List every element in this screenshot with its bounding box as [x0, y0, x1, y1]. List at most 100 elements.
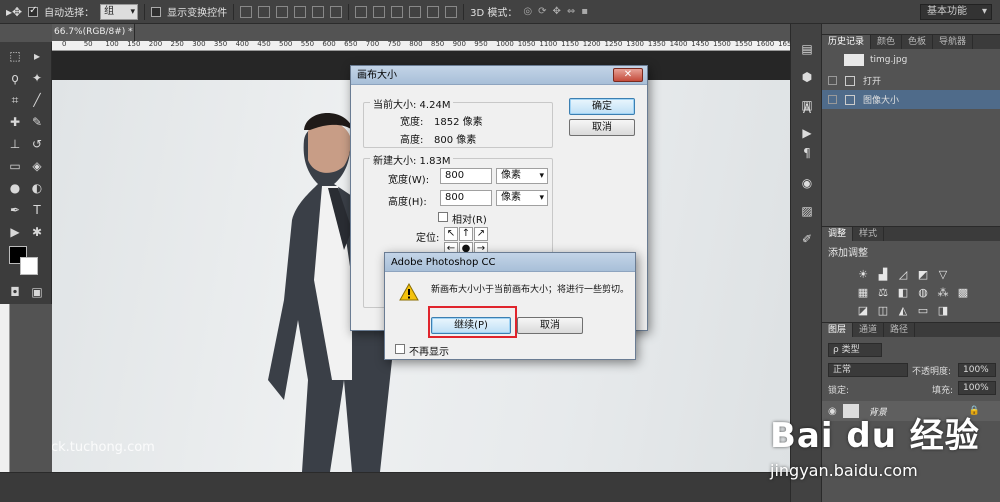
history-source-checkbox[interactable]	[828, 95, 837, 104]
tab-adjustments[interactable]: 调整	[822, 227, 854, 241]
tab-styles[interactable]: 样式	[853, 227, 885, 241]
anchor-top-right[interactable]: ↗	[474, 227, 488, 241]
layer-filter-dropdown[interactable]: ρ 类型	[828, 343, 882, 357]
history-panel-icon[interactable]: ▤	[799, 42, 815, 58]
photo-filter-icon[interactable]: ◍	[916, 286, 930, 300]
history-snapshot[interactable]: timg.jpg	[822, 49, 1000, 71]
background-color-swatch[interactable]	[20, 257, 38, 275]
history-source-checkbox[interactable]	[828, 76, 837, 85]
alert-cancel-button[interactable]: 取消	[517, 317, 583, 334]
brush-tool-icon[interactable]: ✎	[26, 112, 48, 132]
align-vcenter-icon[interactable]	[258, 5, 271, 18]
history-brush-tool-icon[interactable]: ↺	[26, 134, 48, 154]
path-selection-tool-icon[interactable]: ▶	[4, 222, 26, 242]
workspace-dropdown[interactable]: 基本功能	[920, 4, 992, 20]
width-input[interactable]: 800	[440, 168, 492, 184]
brightness-icon[interactable]: ☀	[856, 268, 870, 282]
vibrance-icon[interactable]: ▽	[936, 268, 950, 282]
distribute-right-icon[interactable]	[445, 5, 458, 18]
curves-icon[interactable]: ◿	[896, 268, 910, 282]
channel-mixer-icon[interactable]: ⁂	[936, 286, 950, 300]
clone-stamp-tool-icon[interactable]: ⊥	[4, 134, 26, 154]
tab-channels[interactable]: 通道	[853, 323, 885, 337]
exposure-icon[interactable]: ◩	[916, 268, 930, 282]
show-transform-checkbox[interactable]	[151, 6, 162, 17]
blend-mode-dropdown[interactable]: 正常	[828, 363, 908, 377]
width-unit-dropdown[interactable]: 像素	[496, 168, 548, 184]
magic-wand-tool-icon[interactable]: ✦	[26, 68, 48, 88]
crop-tool-icon[interactable]: ⌗	[4, 90, 26, 110]
3d-slide-icon[interactable]: ⇔	[567, 6, 575, 17]
3d-pan-icon[interactable]: ✥	[552, 6, 560, 17]
healing-brush-tool-icon[interactable]: ✚	[4, 112, 26, 132]
distribute-bottom-icon[interactable]	[391, 5, 404, 18]
shape-tool-icon[interactable]: ✱	[26, 222, 48, 242]
close-dialog-button[interactable]: ✕	[613, 68, 643, 82]
kuler-icon[interactable]: ◉	[799, 176, 815, 192]
hand-tool-icon[interactable]	[4, 244, 8, 264]
brush-presets-icon[interactable]: ✐	[799, 232, 815, 248]
dodge-tool-icon[interactable]: ◐	[26, 178, 48, 198]
history-item-open[interactable]: 打开	[822, 71, 1000, 90]
tab-layers[interactable]: 图层	[822, 323, 854, 337]
color-lookup-icon[interactable]: ▩	[956, 286, 970, 300]
distribute-top-icon[interactable]	[355, 5, 368, 18]
eraser-tool-icon[interactable]: ▭	[4, 156, 26, 176]
auto-select-checkbox[interactable]	[28, 5, 39, 17]
fill-input[interactable]: 100%	[958, 381, 996, 395]
history-item-image-size[interactable]: 图像大小	[822, 90, 1000, 109]
3d-scale-icon[interactable]: ▪	[581, 6, 588, 17]
color-balance-icon[interactable]: ⚖	[876, 286, 890, 300]
distribute-hcenter-icon[interactable]	[427, 5, 440, 18]
screen-mode-icon[interactable]: ▣	[26, 282, 48, 302]
invert-icon[interactable]: ◪	[856, 304, 870, 318]
align-right-icon[interactable]	[330, 5, 343, 18]
ok-button[interactable]: 确定	[569, 98, 635, 115]
marquee-tool-icon[interactable]: ⬚	[4, 46, 26, 66]
tab-color[interactable]: 颜色	[871, 35, 903, 49]
3d-roll-icon[interactable]: ⟳	[538, 6, 546, 17]
align-hcenter-icon[interactable]	[312, 5, 325, 18]
gradient-map-icon[interactable]: ▭	[916, 304, 930, 318]
distribute-left-icon[interactable]	[409, 5, 422, 18]
anchor-top[interactable]: ↑	[459, 227, 473, 241]
lasso-tool-icon[interactable]: ϙ	[4, 68, 26, 88]
pen-tool-icon[interactable]: ✒	[4, 200, 26, 220]
threshold-icon[interactable]: ◭	[896, 304, 910, 318]
levels-icon[interactable]: ▟	[876, 268, 890, 282]
eyedropper-tool-icon[interactable]: ╱	[26, 90, 48, 110]
actions-play-icon[interactable]: ▶	[799, 126, 815, 142]
tab-history[interactable]: 历史记录	[822, 35, 872, 49]
height-input[interactable]: 800	[440, 190, 492, 206]
tab-navigator[interactable]: 导航器	[933, 35, 974, 49]
height-unit-dropdown[interactable]: 像素	[496, 190, 548, 206]
opacity-input[interactable]: 100%	[958, 363, 996, 377]
document-tab[interactable]: 66.7%(RGB/8#) * ×	[52, 24, 135, 54]
distribute-vcenter-icon[interactable]	[373, 5, 386, 18]
move-tool-icon[interactable]: ▸✥	[6, 5, 22, 19]
3d-panel-icon[interactable]: ⬢	[799, 70, 815, 86]
relative-checkbox[interactable]	[438, 212, 448, 222]
cancel-button[interactable]: 取消	[569, 119, 635, 136]
posterize-icon[interactable]: ◫	[876, 304, 890, 318]
align-bottom-icon[interactable]	[276, 5, 289, 18]
tab-paths[interactable]: 路径	[884, 323, 916, 337]
auto-select-dropdown[interactable]: 组	[100, 3, 139, 20]
paint-bucket-tool-icon[interactable]: ◈	[26, 156, 48, 176]
quick-mask-icon[interactable]: ◘	[4, 282, 26, 302]
libraries-icon[interactable]: ▨	[799, 204, 815, 220]
hue-saturation-icon[interactable]: ▦	[856, 286, 870, 300]
align-left-icon[interactable]	[294, 5, 307, 18]
blur-tool-icon[interactable]: ●	[4, 178, 26, 198]
move-tool-icon[interactable]: ▸	[26, 46, 48, 66]
selective-color-icon[interactable]: ◨	[936, 304, 950, 318]
dont-show-checkbox[interactable]	[395, 344, 405, 354]
black-white-icon[interactable]: ◧	[896, 286, 910, 300]
type-tool-icon[interactable]: T	[26, 200, 48, 220]
paragraph-panel-icon[interactable]: ¶	[799, 146, 815, 162]
anchor-top-left[interactable]: ↖	[444, 227, 458, 241]
tab-swatches[interactable]: 色板	[902, 35, 934, 49]
3d-rotate-icon[interactable]: ◎	[523, 6, 532, 17]
character-panel-icon[interactable]: A	[799, 102, 815, 118]
align-top-icon[interactable]	[240, 5, 253, 18]
